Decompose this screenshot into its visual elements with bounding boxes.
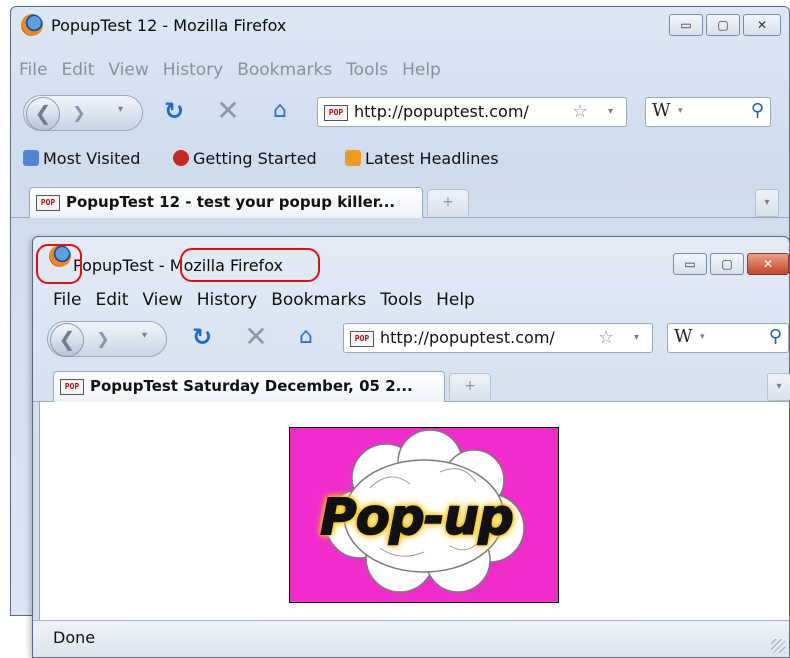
- back-tabstrip: POP PopupTest 12 - test your popup killer…: [11, 183, 789, 218]
- most-visited-icon: [23, 150, 39, 166]
- site-favicon-icon: POP: [324, 104, 348, 121]
- popup-url-text: http://popuptest.com/: [380, 328, 555, 347]
- history-dropdown-icon[interactable]: ▾: [118, 104, 123, 115]
- menu-history[interactable]: History: [197, 290, 257, 310]
- minimize-button[interactable]: ▭: [669, 14, 703, 36]
- back-window-title: PopupTest 12 - Mozilla Firefox: [51, 16, 287, 35]
- back-tab-title: PopupTest 12 - test your popup killer...: [66, 193, 396, 211]
- back-forward-group: ❮ ❯ ▾: [47, 321, 167, 357]
- menu-history[interactable]: History: [163, 60, 223, 80]
- search-engine-dropdown-icon[interactable]: ▾: [700, 332, 705, 342]
- resize-grip-icon[interactable]: [771, 639, 785, 653]
- bookmarks-toolbar: Most Visited Getting Started Latest Head…: [11, 145, 789, 173]
- new-tab-button[interactable]: +: [427, 189, 469, 216]
- menu-help[interactable]: Help: [402, 60, 441, 80]
- firefox-red-icon: [173, 150, 189, 166]
- popup-browser-window: PopupTest - Mozilla Firefox ▭ ▢ ✕ File E…: [32, 236, 790, 658]
- back-menubar: File Edit View History Bookmarks Tools H…: [19, 57, 789, 83]
- annotation-circle-logo: [36, 244, 82, 284]
- popup-active-tab[interactable]: POP PopupTest Saturday December, 05 2...: [53, 371, 445, 402]
- rss-feed-icon: [345, 150, 361, 166]
- back-forward-group: ❮ ❯ ▾: [23, 95, 143, 131]
- tab-favicon-icon: POP: [60, 378, 84, 395]
- search-icon[interactable]: ⚲: [769, 326, 782, 347]
- reload-icon[interactable]: ↻: [187, 322, 217, 352]
- url-dropdown-icon[interactable]: ▾: [634, 324, 639, 352]
- close-button[interactable]: ✕: [747, 253, 789, 275]
- search-engine-dropdown-icon[interactable]: ▾: [678, 106, 683, 116]
- back-titlebar: PopupTest 12 - Mozilla Firefox ▭ ▢ ✕: [11, 7, 789, 43]
- maximize-button[interactable]: ▢: [710, 253, 744, 275]
- popup-url-bar[interactable]: POP http://popuptest.com/ ☆ ▾: [343, 323, 653, 353]
- home-icon[interactable]: ⌂: [265, 96, 295, 126]
- popup-navbar: ❮ ❯ ▾ ↻ ✕ ⌂ POP http://popuptest.com/ ☆ ▾…: [33, 317, 789, 361]
- wikipedia-icon[interactable]: W: [674, 326, 693, 347]
- wikipedia-icon[interactable]: W: [652, 100, 671, 121]
- menu-bookmarks[interactable]: Bookmarks: [271, 290, 366, 310]
- forward-arrow-icon[interactable]: ❯: [90, 328, 116, 350]
- reload-icon[interactable]: ↻: [159, 96, 189, 126]
- site-favicon-icon: POP: [350, 330, 374, 347]
- bookmark-most-visited[interactable]: Most Visited: [23, 149, 140, 168]
- bookmark-star-icon[interactable]: ☆: [598, 324, 614, 352]
- popup-tab-title: PopupTest Saturday December, 05 2...: [90, 377, 413, 395]
- tab-list-dropdown-icon[interactable]: ▾: [767, 373, 790, 401]
- back-arrow-icon[interactable]: ❮: [50, 323, 84, 357]
- menu-bookmarks[interactable]: Bookmarks: [237, 60, 332, 80]
- popup-image: Pop-up: [289, 427, 559, 603]
- popup-tabstrip: POP PopupTest Saturday December, 05 2... …: [33, 367, 790, 402]
- back-caption-buttons: ▭ ▢ ✕: [669, 14, 781, 36]
- back-url-bar[interactable]: POP http://popuptest.com/ ☆ ▾: [317, 97, 627, 127]
- status-bar: Done: [33, 620, 789, 657]
- menu-view[interactable]: View: [108, 60, 148, 80]
- menu-file[interactable]: File: [53, 290, 81, 310]
- new-tab-button[interactable]: +: [449, 373, 491, 400]
- menu-file[interactable]: File: [19, 60, 47, 80]
- stop-icon[interactable]: ✕: [241, 322, 271, 352]
- tab-favicon-icon: POP: [36, 194, 60, 211]
- back-active-tab[interactable]: POP PopupTest 12 - test your popup killer…: [29, 187, 423, 218]
- bookmark-star-icon[interactable]: ☆: [572, 98, 588, 126]
- menu-help[interactable]: Help: [436, 290, 475, 310]
- popup-title-separator: -: [153, 256, 170, 275]
- status-text: Done: [53, 628, 96, 647]
- popup-titlebar: PopupTest - Mozilla Firefox ▭ ▢ ✕: [33, 237, 789, 275]
- popup-menubar: File Edit View History Bookmarks Tools H…: [53, 287, 789, 313]
- home-icon[interactable]: ⌂: [291, 322, 321, 352]
- search-icon[interactable]: ⚲: [751, 100, 764, 121]
- back-navbar: ❮ ❯ ▾ ↻ ✕ ⌂ POP http://popuptest.com/ ☆ ▾…: [11, 91, 789, 135]
- popup-caption-buttons: ▭ ▢ ✕: [673, 253, 789, 275]
- menu-edit[interactable]: Edit: [95, 290, 128, 310]
- popup-search-box[interactable]: W ▾ ⚲: [667, 323, 789, 353]
- stop-icon[interactable]: ✕: [213, 96, 243, 126]
- minimize-button[interactable]: ▭: [673, 253, 707, 275]
- menu-tools[interactable]: Tools: [380, 290, 422, 310]
- menu-view[interactable]: View: [142, 290, 182, 310]
- bookmark-getting-started[interactable]: Getting Started: [173, 149, 317, 168]
- back-search-box[interactable]: W ▾ ⚲: [645, 97, 771, 127]
- bookmark-latest-headlines[interactable]: Latest Headlines: [345, 149, 499, 168]
- popup-text-logo: Pop-up: [319, 487, 514, 547]
- popup-title-app: PopupTest: [73, 256, 154, 275]
- forward-arrow-icon[interactable]: ❯: [66, 102, 92, 124]
- back-url-text: http://popuptest.com/: [354, 102, 529, 121]
- url-dropdown-icon[interactable]: ▾: [608, 98, 613, 126]
- firefox-logo-icon: [21, 14, 43, 36]
- annotation-circle-title: [180, 248, 320, 282]
- menu-edit[interactable]: Edit: [61, 60, 94, 80]
- history-dropdown-icon[interactable]: ▾: [142, 330, 147, 341]
- back-arrow-icon[interactable]: ❮: [26, 97, 60, 131]
- menu-tools[interactable]: Tools: [346, 60, 388, 80]
- maximize-button[interactable]: ▢: [706, 14, 740, 36]
- tab-list-dropdown-icon[interactable]: ▾: [755, 189, 779, 217]
- close-button[interactable]: ✕: [743, 14, 781, 36]
